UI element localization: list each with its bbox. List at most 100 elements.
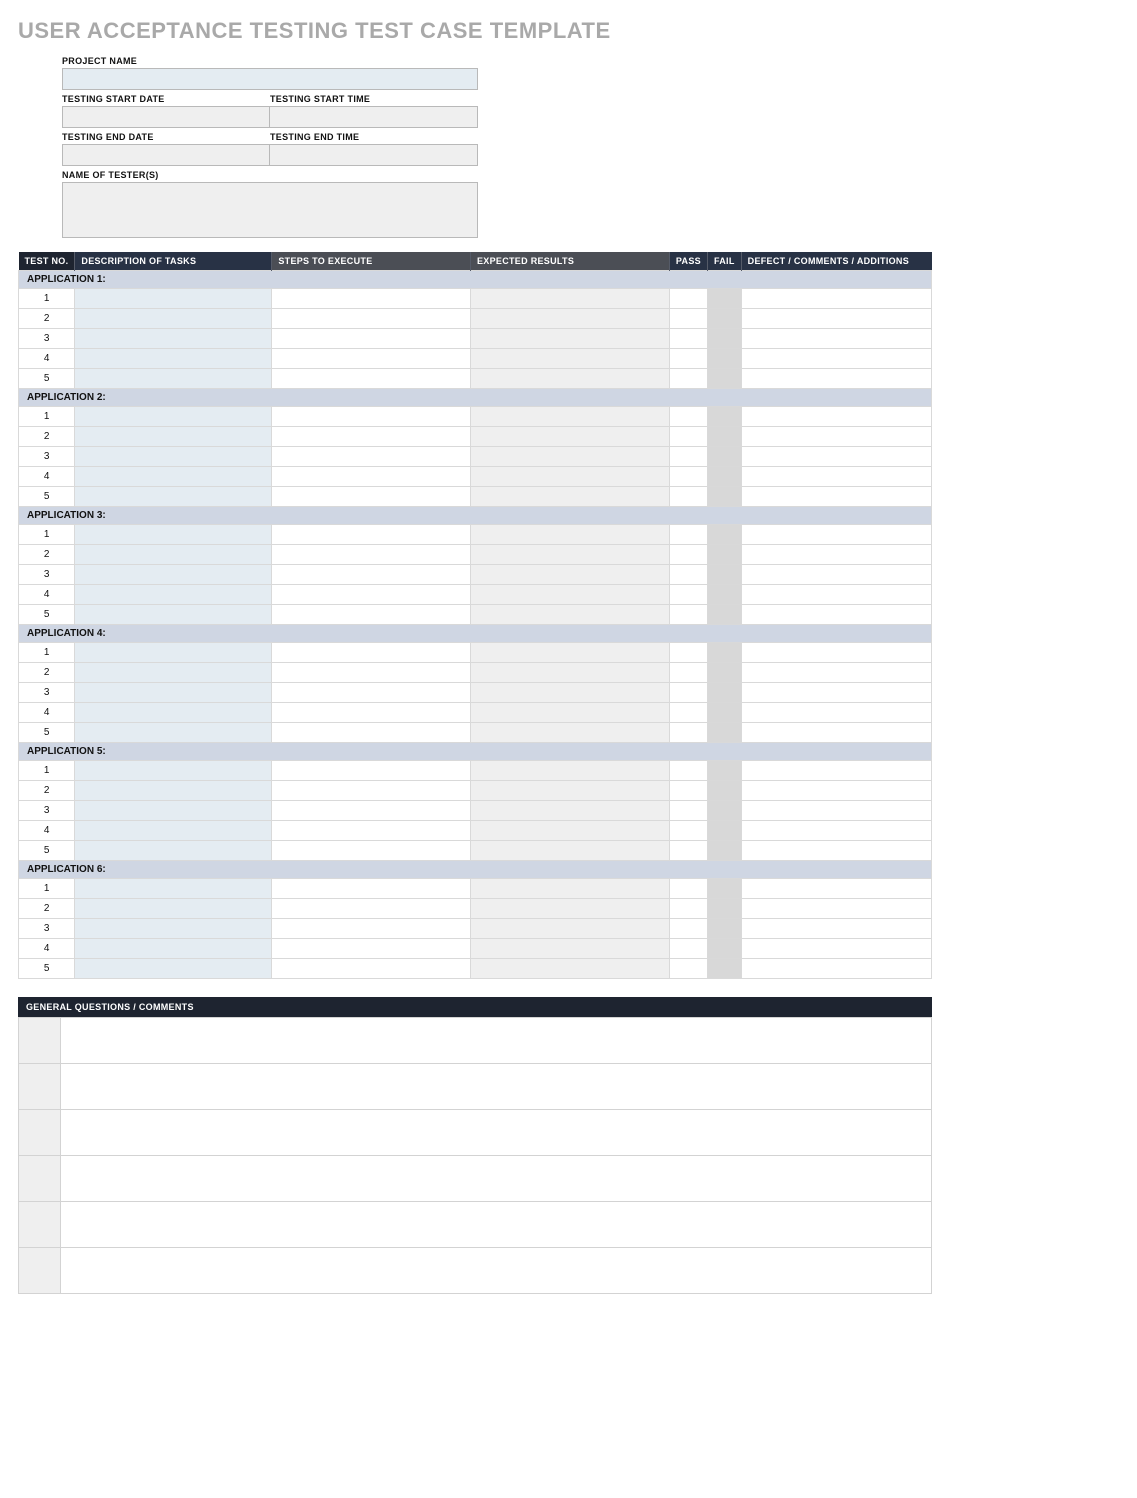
cell-steps[interactable]	[272, 349, 471, 369]
cell-defect[interactable]	[741, 525, 931, 545]
cell-expected[interactable]	[470, 761, 669, 781]
gq-main-cell[interactable]	[61, 1110, 932, 1156]
cell-fail[interactable]	[707, 959, 741, 979]
cell-expected[interactable]	[470, 349, 669, 369]
cell-description[interactable]	[75, 663, 272, 683]
cell-pass[interactable]	[669, 427, 707, 447]
cell-defect[interactable]	[741, 289, 931, 309]
cell-description[interactable]	[75, 643, 272, 663]
cell-defect[interactable]	[741, 487, 931, 507]
cell-pass[interactable]	[669, 663, 707, 683]
cell-defect[interactable]	[741, 605, 931, 625]
cell-fail[interactable]	[707, 899, 741, 919]
cell-steps[interactable]	[272, 487, 471, 507]
cell-pass[interactable]	[669, 959, 707, 979]
cell-defect[interactable]	[741, 683, 931, 703]
cell-steps[interactable]	[272, 919, 471, 939]
cell-expected[interactable]	[470, 407, 669, 427]
cell-defect[interactable]	[741, 939, 931, 959]
cell-expected[interactable]	[470, 959, 669, 979]
cell-fail[interactable]	[707, 427, 741, 447]
cell-description[interactable]	[75, 899, 272, 919]
cell-pass[interactable]	[669, 349, 707, 369]
cell-steps[interactable]	[272, 781, 471, 801]
cell-description[interactable]	[75, 525, 272, 545]
cell-steps[interactable]	[272, 545, 471, 565]
cell-expected[interactable]	[470, 309, 669, 329]
cell-expected[interactable]	[470, 289, 669, 309]
cell-fail[interactable]	[707, 487, 741, 507]
cell-description[interactable]	[75, 703, 272, 723]
cell-fail[interactable]	[707, 643, 741, 663]
cell-expected[interactable]	[470, 329, 669, 349]
cell-defect[interactable]	[741, 565, 931, 585]
cell-description[interactable]	[75, 959, 272, 979]
cell-expected[interactable]	[470, 369, 669, 389]
cell-expected[interactable]	[470, 841, 669, 861]
cell-steps[interactable]	[272, 643, 471, 663]
cell-steps[interactable]	[272, 939, 471, 959]
cell-expected[interactable]	[470, 585, 669, 605]
cell-defect[interactable]	[741, 821, 931, 841]
gq-main-cell[interactable]	[61, 1202, 932, 1248]
cell-fail[interactable]	[707, 879, 741, 899]
cell-fail[interactable]	[707, 349, 741, 369]
cell-pass[interactable]	[669, 545, 707, 565]
cell-expected[interactable]	[470, 525, 669, 545]
cell-steps[interactable]	[272, 723, 471, 743]
cell-fail[interactable]	[707, 761, 741, 781]
cell-expected[interactable]	[470, 723, 669, 743]
cell-description[interactable]	[75, 939, 272, 959]
cell-defect[interactable]	[741, 369, 931, 389]
gq-side-cell[interactable]	[19, 1018, 61, 1064]
cell-pass[interactable]	[669, 761, 707, 781]
cell-pass[interactable]	[669, 643, 707, 663]
cell-steps[interactable]	[272, 467, 471, 487]
cell-steps[interactable]	[272, 761, 471, 781]
cell-expected[interactable]	[470, 703, 669, 723]
cell-expected[interactable]	[470, 565, 669, 585]
cell-defect[interactable]	[741, 919, 931, 939]
end-time-input[interactable]	[270, 144, 478, 166]
cell-fail[interactable]	[707, 605, 741, 625]
gq-side-cell[interactable]	[19, 1156, 61, 1202]
gq-main-cell[interactable]	[61, 1248, 932, 1294]
cell-pass[interactable]	[669, 879, 707, 899]
cell-defect[interactable]	[741, 723, 931, 743]
cell-pass[interactable]	[669, 919, 707, 939]
cell-pass[interactable]	[669, 801, 707, 821]
cell-expected[interactable]	[470, 899, 669, 919]
cell-defect[interactable]	[741, 801, 931, 821]
cell-description[interactable]	[75, 781, 272, 801]
cell-description[interactable]	[75, 427, 272, 447]
cell-fail[interactable]	[707, 525, 741, 545]
cell-steps[interactable]	[272, 427, 471, 447]
cell-steps[interactable]	[272, 605, 471, 625]
cell-defect[interactable]	[741, 781, 931, 801]
cell-defect[interactable]	[741, 585, 931, 605]
cell-description[interactable]	[75, 761, 272, 781]
cell-steps[interactable]	[272, 447, 471, 467]
cell-description[interactable]	[75, 565, 272, 585]
cell-steps[interactable]	[272, 369, 471, 389]
cell-steps[interactable]	[272, 683, 471, 703]
cell-defect[interactable]	[741, 407, 931, 427]
cell-expected[interactable]	[470, 605, 669, 625]
cell-pass[interactable]	[669, 369, 707, 389]
start-date-input[interactable]	[62, 106, 270, 128]
cell-fail[interactable]	[707, 723, 741, 743]
cell-defect[interactable]	[741, 643, 931, 663]
cell-description[interactable]	[75, 879, 272, 899]
cell-fail[interactable]	[707, 289, 741, 309]
cell-expected[interactable]	[470, 939, 669, 959]
cell-defect[interactable]	[741, 427, 931, 447]
cell-fail[interactable]	[707, 801, 741, 821]
cell-defect[interactable]	[741, 349, 931, 369]
cell-fail[interactable]	[707, 467, 741, 487]
cell-steps[interactable]	[272, 663, 471, 683]
cell-fail[interactable]	[707, 447, 741, 467]
cell-fail[interactable]	[707, 565, 741, 585]
gq-side-cell[interactable]	[19, 1202, 61, 1248]
cell-fail[interactable]	[707, 841, 741, 861]
cell-expected[interactable]	[470, 879, 669, 899]
